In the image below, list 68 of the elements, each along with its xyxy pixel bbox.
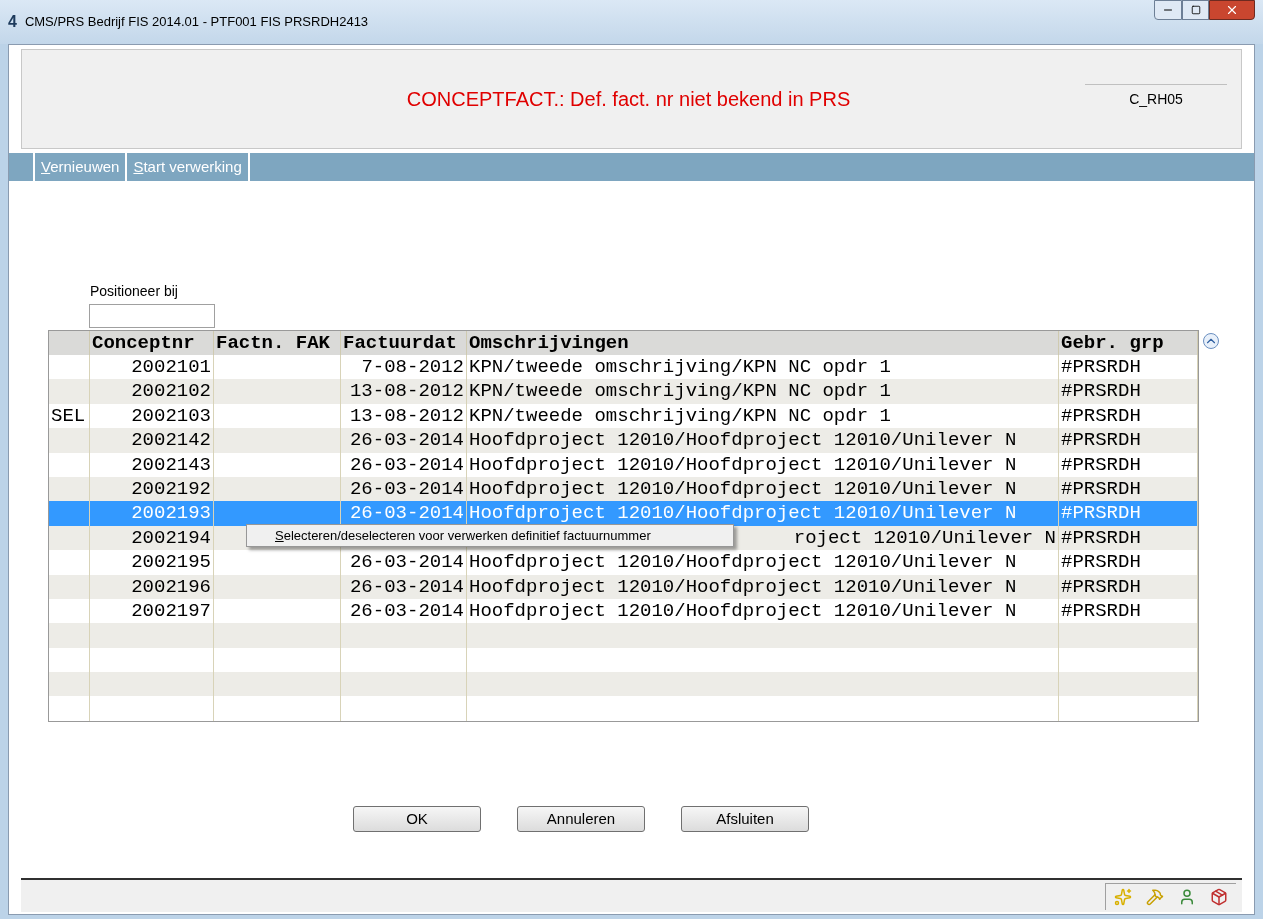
table-cell: 26-03-2014 [349,452,464,477]
table-cell: #PRSRDH [1061,452,1141,477]
table-cell: 2002142 [131,428,211,453]
table-row[interactable]: 2002192 26-03-2014 Hoofdproject 12010/Hoofdproject 12010/Unilever N #PRSRDH [49,476,1198,502]
app-logo: 4 [8,12,17,32]
table-cell: KPN/tweede omschrijving/KPN NC opdr 1 [469,355,891,380]
window-title: CMS/PRS Bedrijf FIS 2014.01 - PTF001 FIS PRSRDH2413 [24,13,369,32]
table-cell: #PRSRDH [1061,476,1141,502]
table-cell: #PRSRDH [1061,403,1141,429]
table-cell: 26-03-2014 [349,598,464,624]
table-cell: roject 12010/Unilever N [793,525,1056,551]
screen-title: CONCEPTFACT.: Def. fact. nr niet bekend in PRS [406,87,851,112]
user-icon[interactable] [1178,887,1196,906]
table-cell: #PRSRDH [1061,574,1141,599]
maximize-button[interactable] [1182,0,1209,20]
table-cell: #PRSRDH [1061,379,1141,404]
table-cell: #PRSRDH [1061,550,1141,575]
table-cell: 2002102 [131,379,211,404]
table-cell: 2002196 [131,574,211,599]
minimize-button[interactable] [1154,0,1182,20]
table-cell: 26-03-2014 [349,574,464,599]
table-row[interactable]: 2002102 13-08-2012 KPN/tweede omschrijving/KPN NC opdr 1 #PRSRDH [49,379,1198,404]
table-cell: 13-08-2012 [349,379,464,404]
box-icon[interactable] [1210,887,1228,906]
table-row[interactable]: SEL 2002103 13-08-2012 KPN/tweede omschrijving/KPN NC opdr 1 #PRSRDH [49,403,1198,429]
dialog-button[interactable]: OK [353,805,481,832]
table-row[interactable]: 2002196 26-03-2014 Hoofdproject 12010/Hoofdproject 12010/Unilever N #PRSRDH [49,574,1198,599]
table-cell: #PRSRDH [1061,355,1141,380]
position-field[interactable] [89,304,215,328]
table-cell: Hoofdproject 12010/Hoofdproject 12010/Unilever N [469,598,1017,624]
table-cell: #PRSRDH [1061,598,1141,624]
table-cell: Hoofdproject 12010/Hoofdproject 12010/Unilever N [469,550,1017,575]
table-cell: 2002195 [131,550,211,575]
screen-code: C_RH05 [1085,84,1227,114]
table-cell: 2002194 [131,525,211,551]
table-row[interactable]: 2002142 26-03-2014 Hoofdproject 12010/Hoofdproject 12010/Unilever N #PRSRDH [49,428,1198,453]
table-cell: 26-03-2014 [349,476,464,502]
close-icon [1225,3,1239,17]
table-cell: #PRSRDH [1061,525,1141,551]
table-cell: SEL [51,403,86,429]
table-cell: Hoofdproject 12010/Hoofdproject 12010/Unilever N [469,476,1017,502]
table-cell: 7-08-2012 [361,355,464,380]
close-button[interactable] [1209,0,1255,20]
table-cell: Hoofdproject 12010/Hoofdproject 12010/Unilever N [469,452,1017,477]
table-cell: 26-03-2014 [349,428,464,453]
table-cell: 2002193 [131,501,211,526]
table-cell: 2002103 [131,403,211,429]
context-menu-item[interactable]: Selecteren/deselecteren voor verwerken definitief factuurnummer [275,525,651,546]
table-cell: Hoofdproject 12010/Hoofdproject 12010/Unilever N [469,428,1017,453]
dialog-button[interactable]: Annuleren [517,805,645,832]
table-cell: 26-03-2014 [349,501,464,526]
table-cell: KPN/tweede omschrijving/KPN NC opdr 1 [469,403,891,429]
table-cell: 2002197 [131,598,211,624]
hammer-icon[interactable] [1146,887,1164,906]
table-cell: 26-03-2014 [349,550,464,575]
table-cell: Hoofdproject 12010/Hoofdproject 12010/Unilever N [469,501,1017,526]
table-cell: Hoofdproject 12010/Hoofdproject 12010/Unilever N [469,574,1017,599]
table-cell: KPN/tweede omschrijving/KPN NC opdr 1 [469,379,891,404]
table-cell: 2002101 [131,355,211,380]
scroll-top-icon[interactable] [1203,333,1219,349]
table-cell: #PRSRDH [1061,428,1141,453]
table-cell: 2002143 [131,452,211,477]
dialog-button[interactable]: Afsluiten [681,805,809,832]
table-cell: #PRSRDH [1061,501,1141,526]
table-cell: 13-08-2012 [349,403,464,429]
field-label: Positioneer bij [90,282,179,301]
maximize-icon [1190,5,1201,15]
table-cell: 2002192 [131,476,211,502]
